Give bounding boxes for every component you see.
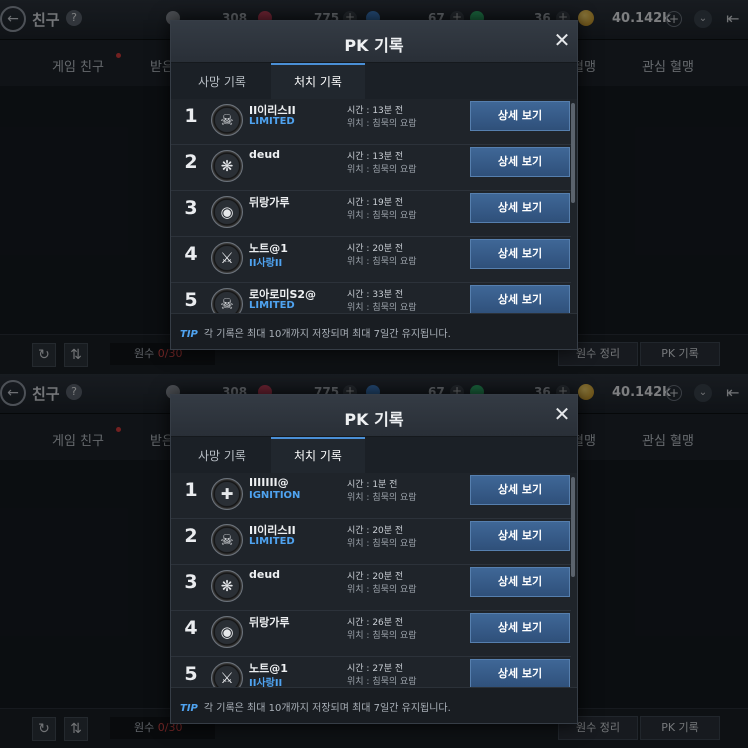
player-name: 뒤랑가루	[249, 616, 290, 629]
player-guild: II사랑II	[249, 678, 283, 687]
view-details-button[interactable]: 상세 보기	[470, 193, 570, 223]
kill-location: 위치 : 침묵의 요람	[347, 165, 417, 175]
modal-title: PK 기록	[344, 410, 404, 429]
winged-emblem-icon: ❋	[211, 570, 243, 602]
player-name: deud	[249, 568, 281, 581]
list-item: 5 ☠ 로아로미S2@ LIMITED 시간 : 33분 전 위치 : 침묵의 …	[171, 283, 571, 313]
view-details-button[interactable]: 상세 보기	[470, 239, 570, 269]
rank-number: 4	[184, 243, 198, 265]
tip-text: 각 기록은 최대 10개까지 저장되며 최대 7일간 유지됩니다.	[203, 329, 451, 340]
winged-emblem-icon: ❋	[211, 150, 243, 182]
tip-label: TIP	[180, 703, 198, 714]
player-guild: LIMITED	[249, 536, 295, 547]
kill-location: 위치 : 침묵의 요람	[347, 631, 417, 641]
kill-location: 위치 : 침묵의 요람	[347, 119, 417, 129]
player-name: IIIIIII@	[249, 476, 289, 489]
kill-time: 시간 : 27분 전	[347, 664, 404, 674]
list-item: 1 ☠ II이리스II LIMITED 시간 : 13분 전 위치 : 침묵의 …	[171, 99, 571, 145]
view-details-button[interactable]: 상세 보기	[470, 475, 570, 505]
crossed-axes-emblem-icon: ⚔	[211, 662, 243, 687]
modal-tabs: 사망 기록 처치 기록	[171, 437, 577, 473]
kill-location: 위치 : 침묵의 요람	[347, 493, 417, 503]
kill-record-list[interactable]: 1 ☠ II이리스II LIMITED 시간 : 13분 전 위치 : 침묵의 …	[171, 99, 577, 313]
slash-emblem-icon: ✚	[211, 478, 243, 510]
kill-time: 시간 : 33분 전	[347, 290, 404, 300]
kill-time: 시간 : 19분 전	[347, 198, 404, 208]
tab-kill-record[interactable]: 처치 기록	[271, 437, 365, 473]
list-item: 2 ❋ deud 시간 : 13분 전 위치 : 침묵의 요람 상세 보기	[171, 145, 571, 191]
tip-label: TIP	[180, 329, 198, 340]
player-name: 뒤랑가루	[249, 196, 290, 209]
pk-record-modal: PK 기록 ✕ 사망 기록 처치 기록 1 ☠ II이리스II LIMITED …	[170, 20, 578, 350]
rank-number: 2	[184, 151, 198, 173]
list-item: 2 ☠ II이리스II LIMITED 시간 : 20분 전 위치 : 침묵의 …	[171, 519, 571, 565]
view-details-button[interactable]: 상세 보기	[470, 101, 570, 131]
close-icon[interactable]: ✕	[552, 404, 572, 424]
mask-emblem-icon: ◉	[211, 616, 243, 648]
screen-top: ← 친구 ? 308 775 + 67 + 36 + 40.142k + ⌄ ⇤…	[0, 0, 748, 374]
tab-kill-record[interactable]: 처치 기록	[271, 63, 365, 99]
skull-emblem-icon: ☠	[211, 524, 243, 556]
kill-location: 위치 : 침묵의 요람	[347, 677, 417, 687]
tab-death-record[interactable]: 사망 기록	[171, 437, 273, 473]
kill-time: 시간 : 13분 전	[347, 152, 404, 162]
list-item: 4 ⚔ 노트@1 II사랑II 시간 : 20분 전 위치 : 침묵의 요람 상…	[171, 237, 571, 283]
skull-emblem-icon: ☠	[211, 104, 243, 136]
player-guild: LIMITED	[249, 300, 295, 311]
view-details-button[interactable]: 상세 보기	[470, 613, 570, 643]
list-item: 4 ◉ 뒤랑가루 시간 : 26분 전 위치 : 침묵의 요람 상세 보기	[171, 611, 571, 657]
modal-header: PK 기록 ✕	[171, 395, 577, 437]
player-guild: LIMITED	[249, 116, 295, 127]
kill-time: 시간 : 20분 전	[347, 572, 404, 582]
player-guild: IGNITION	[249, 490, 301, 501]
rank-number: 3	[184, 571, 198, 593]
rank-number: 4	[184, 617, 198, 639]
view-details-button[interactable]: 상세 보기	[470, 659, 570, 687]
kill-location: 위치 : 침묵의 요람	[347, 211, 417, 221]
tab-death-record[interactable]: 사망 기록	[171, 63, 273, 99]
screen-bottom: ← 친구 ? 308 775 + 67 + 36 + 40.142k + ⌄ ⇤…	[0, 374, 748, 748]
list-item: 3 ◉ 뒤랑가루 시간 : 19분 전 위치 : 침묵의 요람 상세 보기	[171, 191, 571, 237]
view-details-button[interactable]: 상세 보기	[470, 285, 570, 313]
view-details-button[interactable]: 상세 보기	[470, 567, 570, 597]
rank-number: 1	[184, 105, 198, 127]
player-guild: II사랑II	[249, 258, 283, 269]
rank-number: 3	[184, 197, 198, 219]
kill-time: 시간 : 13분 전	[347, 106, 404, 116]
mask-emblem-icon: ◉	[211, 196, 243, 228]
kill-location: 위치 : 침묵의 요람	[347, 303, 417, 313]
tip-text: 각 기록은 최대 10개까지 저장되며 최대 7일간 유지됩니다.	[203, 703, 451, 714]
scrollbar[interactable]	[571, 103, 575, 203]
scrollbar[interactable]	[571, 477, 575, 577]
kill-record-list[interactable]: 1 ✚ IIIIIII@ IGNITION 시간 : 1분 전 위치 : 침묵의…	[171, 473, 577, 687]
tip-bar: TIP 각 기록은 최대 10개까지 저장되며 최대 7일간 유지됩니다.	[171, 313, 577, 349]
kill-time: 시간 : 20분 전	[347, 526, 404, 536]
kill-time: 시간 : 26분 전	[347, 618, 404, 628]
kill-time: 시간 : 1분 전	[347, 480, 398, 490]
kill-location: 위치 : 침묵의 요람	[347, 585, 417, 595]
rank-number: 5	[184, 289, 198, 311]
kill-time: 시간 : 20분 전	[347, 244, 404, 254]
pk-record-modal: PK 기록 ✕ 사망 기록 처치 기록 1 ✚ IIIIIII@ IGNITIO…	[170, 394, 578, 724]
list-item: 5 ⚔ 노트@1 II사랑II 시간 : 27분 전 위치 : 침묵의 요람 상…	[171, 657, 571, 687]
close-icon[interactable]: ✕	[552, 30, 572, 50]
rank-number: 5	[184, 663, 198, 685]
kill-location: 위치 : 침묵의 요람	[347, 257, 417, 267]
skull-emblem-icon: ☠	[211, 288, 243, 313]
modal-title: PK 기록	[344, 36, 404, 55]
list-item: 1 ✚ IIIIIII@ IGNITION 시간 : 1분 전 위치 : 침묵의…	[171, 473, 571, 519]
rank-number: 1	[184, 479, 198, 501]
modal-tabs: 사망 기록 처치 기록	[171, 63, 577, 99]
view-details-button[interactable]: 상세 보기	[470, 147, 570, 177]
view-details-button[interactable]: 상세 보기	[470, 521, 570, 551]
kill-location: 위치 : 침묵의 요람	[347, 539, 417, 549]
tip-bar: TIP 각 기록은 최대 10개까지 저장되며 최대 7일간 유지됩니다.	[171, 687, 577, 723]
player-name: deud	[249, 148, 281, 161]
crossed-axes-emblem-icon: ⚔	[211, 242, 243, 274]
rank-number: 2	[184, 525, 198, 547]
modal-header: PK 기록 ✕	[171, 21, 577, 63]
list-item: 3 ❋ deud 시간 : 20분 전 위치 : 침묵의 요람 상세 보기	[171, 565, 571, 611]
